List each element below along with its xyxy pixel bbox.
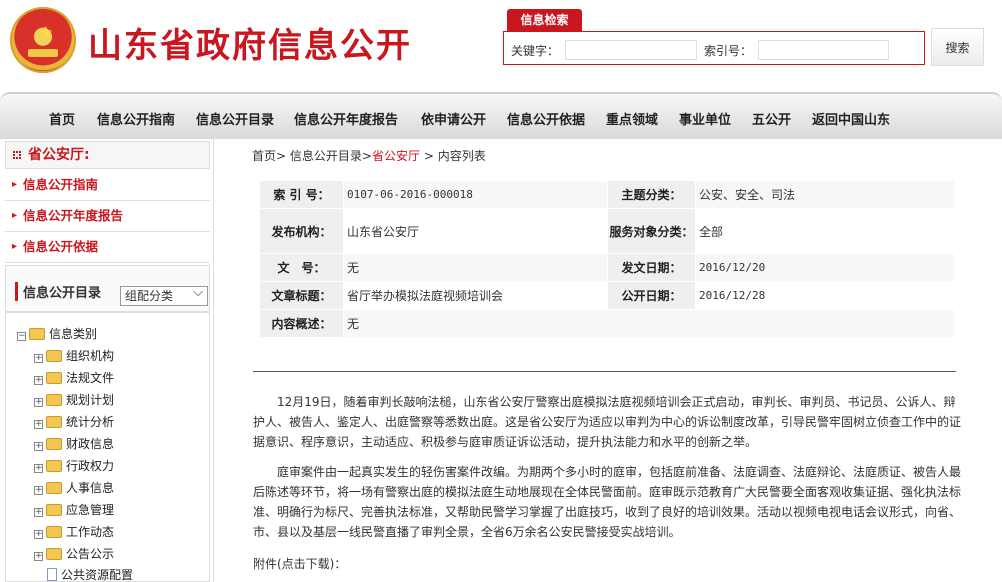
issue-date-value: 2016/12/20: [695, 253, 955, 282]
index-number-input[interactable]: [758, 40, 889, 60]
national-emblem-icon: ★: [10, 7, 76, 73]
breadcrumb-tail: 内容列表: [437, 149, 486, 163]
doc-number-label: 文 号：: [259, 253, 344, 282]
issue-date-label: 发文日期：: [607, 253, 696, 282]
site-title: 山东省政府信息公开: [88, 26, 412, 66]
square-bullet-icon: [13, 151, 21, 159]
expand-icon[interactable]: +: [34, 508, 43, 517]
tree-item[interactable]: 公共资源配置: [47, 566, 133, 582]
attachment-label[interactable]: 附件(点击下载)：: [253, 555, 346, 572]
expand-icon[interactable]: +: [34, 486, 43, 495]
tree-item[interactable]: + 工作动态: [34, 523, 114, 541]
nav-public-catalog[interactable]: 信息公开目录: [196, 109, 274, 128]
document-icon: [47, 568, 57, 581]
nav-return-shandong[interactable]: 返回中国山东: [812, 109, 890, 128]
doc-number-value: 无: [343, 253, 608, 282]
folder-open-icon: [29, 328, 45, 340]
tree-item[interactable]: + 法规文件: [34, 369, 114, 387]
tree-item[interactable]: + 规划计划: [34, 391, 114, 409]
folder-icon: [46, 438, 62, 450]
keyword-input[interactable]: [565, 40, 697, 60]
summary-value: 无: [343, 309, 955, 338]
tree-item[interactable]: + 人事信息: [34, 479, 114, 497]
folder-icon: [46, 372, 62, 384]
nav-public-basis[interactable]: 信息公开依据: [507, 109, 585, 128]
folder-icon: [46, 482, 62, 494]
catalog-title: 信息公开目录: [15, 282, 101, 301]
nav-annual-report[interactable]: 信息公开年度报告: [294, 109, 398, 128]
article-body: 12月19日，随着审判长敲响法槌，山东省公安厅警察出庭模拟法庭视频培训会正式启动…: [253, 392, 963, 552]
summary-label: 内容概述：: [259, 309, 344, 338]
tree-item[interactable]: + 公告公示: [34, 545, 114, 563]
expand-icon[interactable]: +: [34, 354, 43, 363]
nav-home[interactable]: 首页: [49, 109, 75, 128]
service-label: 服务对象分类：: [607, 208, 696, 254]
article-paragraph: 庭审案件由一起真实发生的轻伤害案件改编。为期两个多小时的庭审，包括庭前准备、法庭…: [253, 465, 962, 539]
sidebar-link-basis[interactable]: 信息公开依据: [5, 232, 210, 263]
expand-icon[interactable]: +: [34, 530, 43, 539]
content-divider: [253, 371, 956, 372]
document-metadata: 索 引 号： 0107-06-2016-000018 主题分类： 公安、安全、司…: [259, 180, 955, 338]
publisher-value: 山东省公安厅: [343, 208, 608, 254]
breadcrumb-catalog[interactable]: 信息公开目录: [290, 149, 362, 163]
breadcrumb-home[interactable]: 首页: [252, 149, 276, 163]
title-label: 文章标题：: [259, 281, 344, 310]
folder-icon: [46, 394, 62, 406]
index-number-label: 索引号：: [704, 44, 753, 58]
tree-item[interactable]: + 财政信息: [34, 435, 114, 453]
expand-icon[interactable]: +: [34, 552, 43, 561]
expand-icon[interactable]: +: [34, 398, 43, 407]
folder-icon: [46, 460, 62, 472]
public-date-label: 公开日期：: [607, 281, 696, 310]
service-value: 全部: [695, 208, 955, 254]
folder-icon: [46, 548, 62, 560]
search-button[interactable]: 搜索: [931, 28, 984, 66]
keyword-label: 关键字：: [511, 44, 560, 58]
folder-icon: [46, 504, 62, 516]
catalog-category-select[interactable]: 组配分类: [120, 284, 208, 306]
nav-key-areas[interactable]: 重点领域: [606, 109, 658, 128]
theme-value: 公安、安全、司法: [695, 180, 955, 209]
tree-item[interactable]: + 行政权力: [34, 457, 114, 475]
index-value: 0107-06-2016-000018: [343, 180, 608, 209]
org-title-text: 省公安厅:: [28, 147, 90, 163]
title-value: 省厅举办模拟法庭视频培训会: [343, 281, 608, 310]
tree-item[interactable]: + 应急管理: [34, 501, 114, 519]
tree-root[interactable]: − 信息类别: [17, 325, 97, 343]
nav-public-institutions[interactable]: 事业单位: [679, 109, 731, 128]
expand-icon[interactable]: +: [34, 442, 43, 451]
publisher-label: 发布机构：: [259, 208, 344, 254]
sidebar-link-annual-report[interactable]: 信息公开年度报告: [5, 201, 210, 232]
article-paragraph: 12月19日，随着审判长敲响法槌，山东省公安厅警察出庭模拟法庭视频培训会正式启动…: [253, 395, 962, 449]
main-navigation: 首页 信息公开指南 信息公开目录 信息公开年度报告 依申请公开 信息公开依据 重…: [0, 92, 1002, 141]
theme-label: 主题分类：: [607, 180, 696, 209]
index-label: 索 引 号：: [259, 180, 344, 209]
folder-icon: [46, 350, 62, 362]
expand-icon[interactable]: +: [34, 376, 43, 385]
tree-item[interactable]: + 统计分析: [34, 413, 114, 431]
search-tab[interactable]: 信息检索: [507, 9, 582, 31]
public-date-value: 2016/12/28: [695, 281, 955, 310]
folder-icon: [46, 526, 62, 538]
expand-icon[interactable]: +: [34, 420, 43, 429]
folder-icon: [46, 416, 62, 428]
nav-request-disclosure[interactable]: 依申请公开: [421, 109, 486, 128]
breadcrumb: 首页> 信息公开目录>省公安厅 > 内容列表: [252, 149, 486, 163]
sidebar-link-guide[interactable]: 信息公开指南: [5, 170, 210, 201]
tree-item[interactable]: + 组织机构: [34, 347, 114, 365]
expand-icon[interactable]: +: [34, 464, 43, 473]
nav-five-public[interactable]: 五公开: [752, 109, 791, 128]
collapse-icon[interactable]: −: [17, 332, 26, 341]
org-title: 省公安厅:: [5, 141, 210, 169]
nav-public-guide[interactable]: 信息公开指南: [97, 109, 175, 128]
breadcrumb-current[interactable]: 省公安厅: [372, 149, 420, 163]
